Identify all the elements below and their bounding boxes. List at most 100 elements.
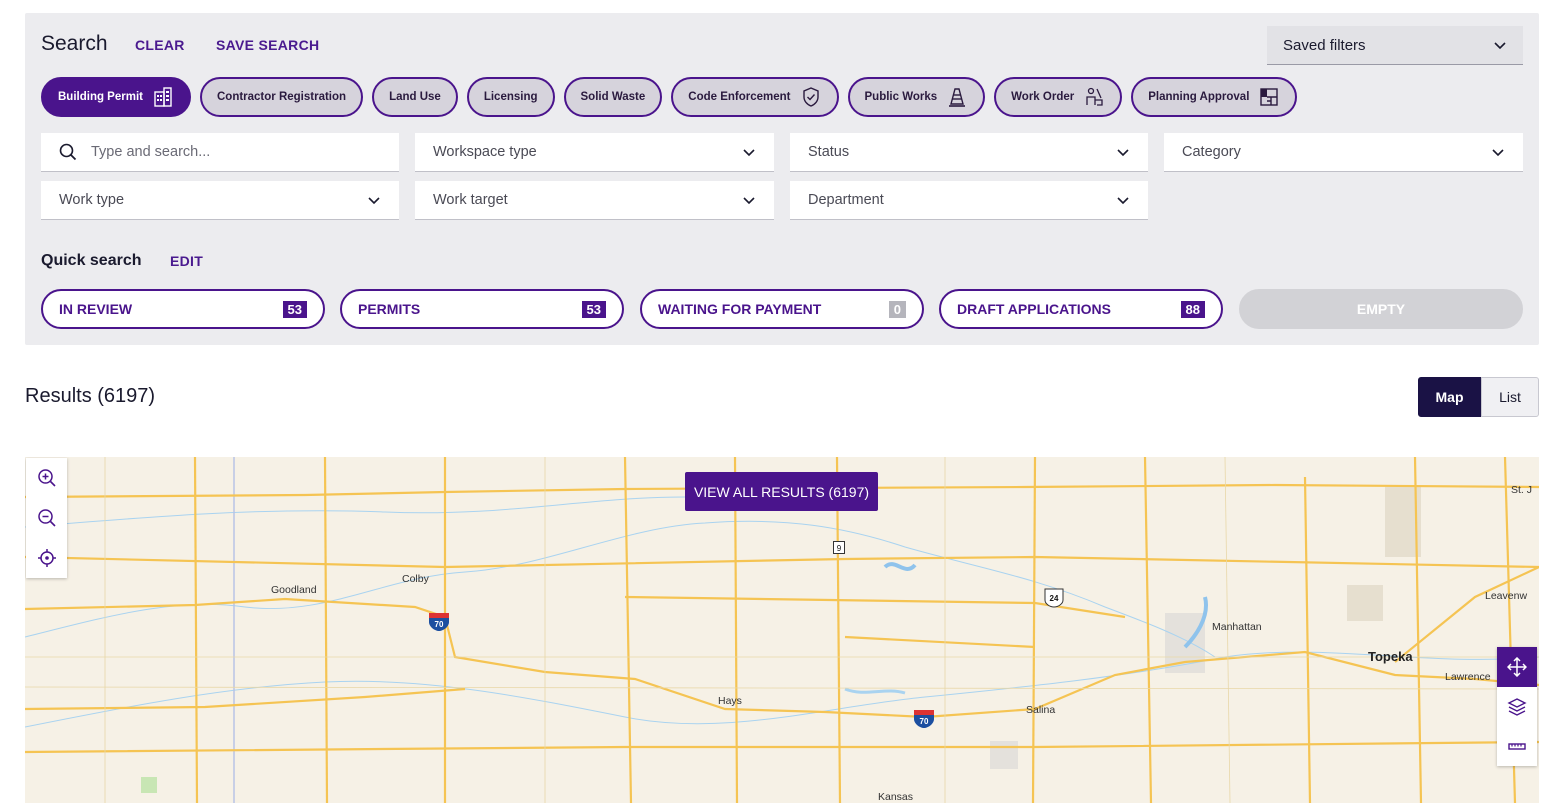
us-route-shield: 24 — [1043, 588, 1065, 613]
ruler-icon — [1508, 743, 1526, 750]
quick-search-empty-slot[interactable]: EMPTY — [1239, 289, 1523, 329]
search-field[interactable] — [41, 133, 399, 172]
search-title: Search — [41, 32, 108, 55]
results-title: Results (6197) — [25, 385, 156, 407]
chip-label: Planning Approval — [1148, 91, 1250, 103]
view-all-results-button[interactable]: VIEW ALL RESULTS (6197) — [685, 472, 878, 511]
category-select[interactable]: Category — [1164, 133, 1523, 172]
map-place-label: Kansas — [878, 791, 914, 803]
chip-code-enforcement[interactable]: Code Enforcement — [671, 77, 839, 117]
chip-label: Building Permit — [58, 91, 143, 103]
map-place-label: Topeka — [1368, 649, 1413, 664]
map-zoom-controls — [26, 458, 67, 578]
chip-contractor-registration[interactable]: Contractor Registration — [199, 77, 364, 117]
layers-button[interactable] — [1497, 687, 1537, 727]
map-place-label: Colby — [402, 573, 429, 585]
move-arrows-icon — [1507, 656, 1527, 677]
map-tool-controls — [1497, 647, 1537, 766]
shield-number: 9 — [837, 544, 842, 553]
chip-label: Solid Waste — [580, 91, 646, 103]
zoom-out-button[interactable] — [26, 498, 67, 538]
interstate-shield: 70 — [913, 709, 935, 734]
chevron-down-icon — [1117, 197, 1129, 205]
chip-licensing[interactable]: Licensing — [466, 77, 555, 117]
department-select[interactable]: Department — [790, 181, 1148, 220]
chip-solid-waste[interactable]: Solid Waste — [563, 77, 663, 117]
status-select[interactable]: Status — [790, 133, 1148, 172]
chip-label: Land Use — [389, 91, 441, 103]
quick-search-draft-applications[interactable]: DRAFT APPLICATIONS 88 — [939, 289, 1223, 329]
save-search-button[interactable]: SAVE SEARCH — [216, 37, 319, 53]
work-target-label: Work target — [433, 192, 508, 208]
search-panel: Search CLEAR SAVE SEARCH Saved filters B… — [25, 13, 1539, 345]
work-type-select[interactable]: Work type — [41, 181, 399, 220]
traffic-cone-icon — [949, 88, 966, 107]
locate-button[interactable] — [26, 538, 67, 578]
chip-label: Code Enforcement — [688, 91, 791, 103]
edit-quick-search-button[interactable]: EDIT — [170, 253, 203, 269]
worker-icon — [1086, 87, 1103, 106]
map-place-label: Manhattan — [1212, 621, 1262, 633]
pan-tool-button[interactable] — [1497, 647, 1537, 687]
zoom-in-button[interactable] — [26, 458, 67, 498]
chevron-down-icon — [743, 197, 755, 205]
map-place-label: Hays — [718, 695, 742, 707]
chip-work-order[interactable]: Work Order — [994, 77, 1123, 117]
map-place-label: St. J — [1511, 484, 1533, 496]
quick-search-label: WAITING FOR PAYMENT — [658, 301, 822, 317]
workspace-type-label: Workspace type — [433, 144, 537, 160]
interstate-shield: 70 — [428, 612, 450, 637]
search-icon — [59, 143, 77, 161]
count-badge: 0 — [888, 300, 906, 318]
chevron-down-icon — [368, 197, 380, 205]
chip-planning-approval[interactable]: Planning Approval — [1131, 77, 1298, 117]
measure-button[interactable] — [1497, 726, 1537, 766]
shield-number: 70 — [435, 620, 444, 629]
category-label: Category — [1182, 144, 1241, 160]
clear-button[interactable]: CLEAR — [135, 37, 185, 53]
chip-label: Licensing — [483, 91, 538, 103]
blueprint-icon — [1260, 88, 1279, 106]
state-route-shield: 9 — [833, 541, 845, 559]
map-view-button[interactable]: Map — [1418, 377, 1481, 417]
work-target-select[interactable]: Work target — [415, 181, 774, 220]
quick-search-label: DRAFT APPLICATIONS — [957, 301, 1111, 317]
quick-search-label: EMPTY — [1356, 301, 1406, 317]
zoom-in-icon — [37, 469, 56, 487]
zoom-out-icon — [37, 509, 56, 527]
chip-public-works[interactable]: Public Works — [847, 77, 986, 117]
shield-check-icon — [802, 87, 819, 107]
shield-number: 24 — [1050, 594, 1059, 603]
workspace-chips: Building Permit Contractor Registration … — [41, 77, 1298, 117]
map-place-label: Goodland — [271, 584, 317, 596]
chip-land-use[interactable]: Land Use — [372, 77, 458, 117]
quick-search-waiting-for-payment[interactable]: WAITING FOR PAYMENT 0 — [640, 289, 924, 329]
quick-search-in-review[interactable]: IN REVIEW 53 — [41, 289, 325, 329]
chip-label: Public Works — [864, 91, 938, 103]
building-icon — [154, 87, 172, 107]
view-toggle: Map List — [1418, 377, 1539, 417]
workspace-type-select[interactable]: Workspace type — [415, 133, 774, 172]
quick-search-title: Quick search — [41, 252, 142, 269]
crosshair-icon — [37, 549, 56, 567]
count-badge: 88 — [1180, 300, 1205, 318]
map-place-label: Leavenw — [1485, 590, 1528, 602]
count-badge: 53 — [581, 300, 606, 318]
saved-filters-select[interactable]: Saved filters — [1267, 26, 1523, 65]
chip-building-permit[interactable]: Building Permit — [41, 77, 191, 117]
quick-search-permits[interactable]: PERMITS 53 — [340, 289, 624, 329]
map-place-label: Lawrence — [1445, 671, 1491, 683]
quick-search-label: PERMITS — [358, 301, 421, 317]
list-view-button[interactable]: List — [1481, 377, 1539, 417]
status-label: Status — [808, 144, 850, 160]
department-label: Department — [808, 192, 884, 208]
chip-label: Work Order — [1011, 91, 1075, 103]
quick-search-label: IN REVIEW — [59, 301, 133, 317]
map-view[interactable]: Goodland Colby Hays Salina Manhattan Top… — [25, 457, 1539, 803]
search-input[interactable] — [91, 144, 381, 160]
chevron-down-icon — [1117, 149, 1129, 157]
chevron-down-icon — [1492, 149, 1504, 157]
saved-filters-label: Saved filters — [1283, 36, 1366, 54]
chevron-down-icon — [1494, 42, 1506, 50]
layers-icon — [1507, 697, 1527, 716]
